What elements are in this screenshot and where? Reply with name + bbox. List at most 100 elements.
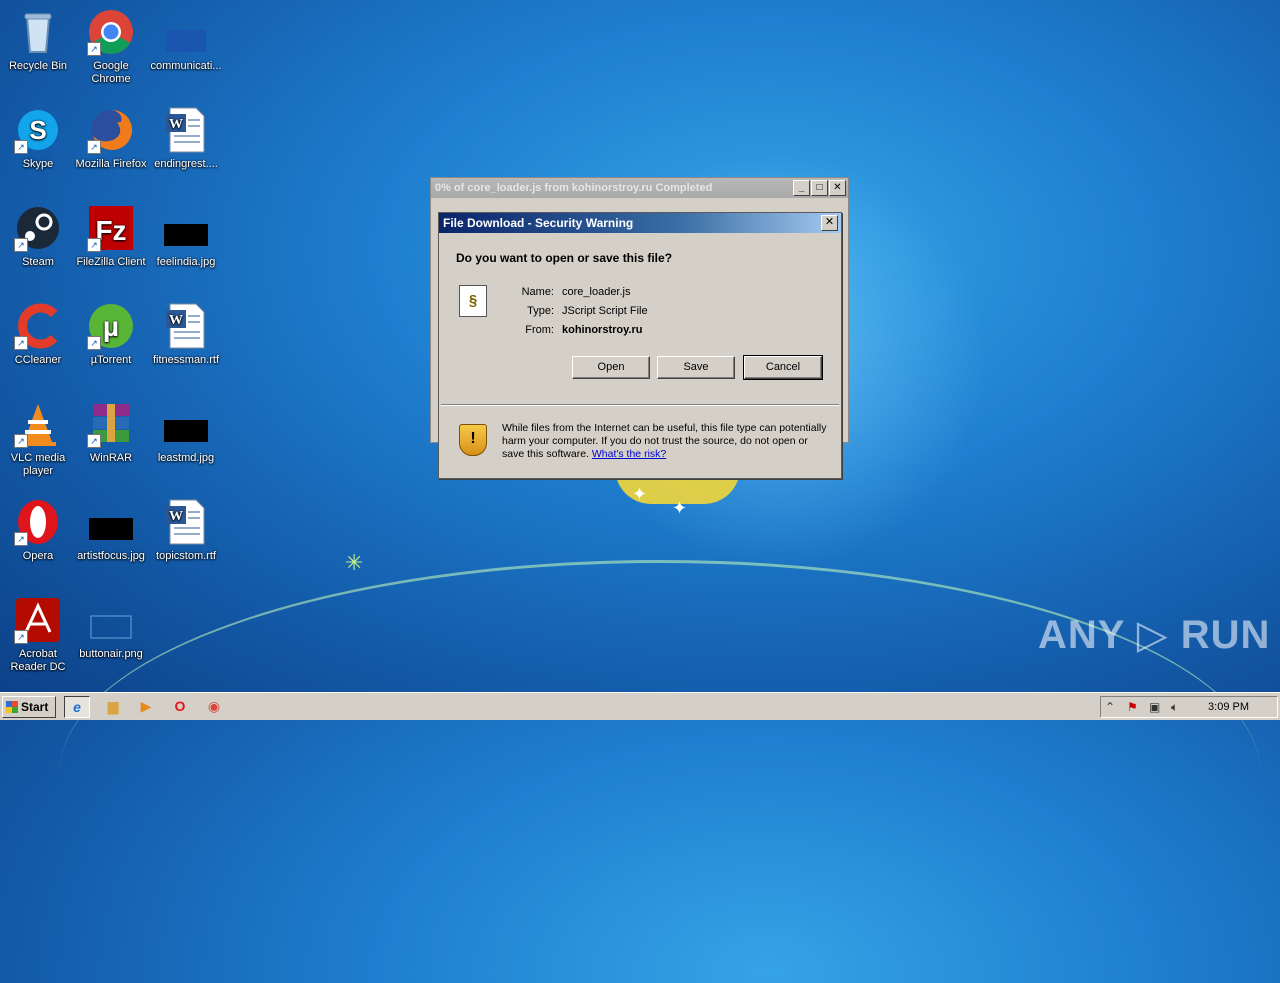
svg-text:W: W <box>169 509 183 524</box>
skype-icon: S ↗ <box>14 106 62 154</box>
volume-icon[interactable]: 🔈︎ <box>1171 698 1178 716</box>
shortcut-arrow-icon: ↗ <box>87 42 101 56</box>
image-file-icon <box>162 204 210 252</box>
type-value: JScript Script File <box>562 305 648 317</box>
cancel-button[interactable]: Cancel <box>743 355 823 380</box>
shortcut-arrow-icon: ↗ <box>14 140 28 154</box>
action-center-icon[interactable]: ⚑ <box>1127 698 1138 716</box>
icon-label: WinRAR <box>89 452 133 464</box>
open-button[interactable]: Open <box>572 356 650 379</box>
progress-window-title: 0% of core_loader.js from kohinorstroy.r… <box>435 182 713 194</box>
warning-area: ! While files from the Internet can be u… <box>440 407 840 477</box>
icon-label: Google Chrome <box>91 60 131 85</box>
desktop-icon-topicstom[interactable]: W topicstom.rtf <box>148 498 224 563</box>
desktop-icon-buttonair[interactable]: buttonair.png <box>73 596 149 661</box>
icon-label: Mozilla Firefox <box>75 158 147 170</box>
dialog-titlebar[interactable]: File Download - Security Warning ✕ <box>439 213 841 233</box>
icon-label: communicati... <box>150 60 222 72</box>
desktop-icon-vlc[interactable]: ↗ VLC media player <box>0 400 76 478</box>
desktop-icon-opera[interactable]: ↗ Opera <box>0 498 76 563</box>
desktop-icon-chrome[interactable]: ↗ Google Chrome <box>73 8 149 86</box>
clock[interactable]: 3:09 PM <box>1208 697 1249 717</box>
start-button[interactable]: Start <box>2 696 56 718</box>
from-label: From: <box>525 324 554 336</box>
desktop-icon-firefox[interactable]: ↗ Mozilla Firefox <box>73 106 149 171</box>
from-value: kohinorstroy.ru <box>562 324 643 336</box>
desktop-icon-communication[interactable]: communicati... <box>148 8 224 73</box>
shield-warning-icon: ! <box>459 424 487 456</box>
dialog-separator <box>441 404 839 406</box>
icon-label: topicstom.rtf <box>156 550 216 562</box>
shortcut-arrow-icon: ↗ <box>87 336 101 350</box>
desktop-icon-ccleaner[interactable]: ↗ CCleaner <box>0 302 76 367</box>
icon-label: Steam <box>22 256 54 268</box>
winrar-icon: ↗ <box>87 400 135 448</box>
icon-label: CCleaner <box>14 354 62 366</box>
desktop-icon-acrobat[interactable]: ↗ Acrobat Reader DC <box>0 596 76 674</box>
dialog-title: File Download - Security Warning <box>443 216 634 230</box>
type-label: Type: <box>527 305 554 317</box>
taskbar-internet-explorer[interactable]: e <box>64 696 90 718</box>
shortcut-arrow-icon: ↗ <box>87 238 101 252</box>
word-doc-icon: W <box>162 302 210 350</box>
opera-icon: O <box>174 698 186 714</box>
image-file-icon <box>87 498 135 546</box>
whats-the-risk-link[interactable]: What's the risk? <box>592 448 666 460</box>
chrome-icon: ↗ <box>87 8 135 56</box>
svg-text:S: S <box>29 115 46 145</box>
chrome-icon: ◉ <box>207 698 221 714</box>
svg-text:W: W <box>169 313 183 328</box>
taskbar-explorer[interactable]: ▆ <box>101 696 125 716</box>
icon-label: endingrest.... <box>154 158 218 170</box>
ccleaner-icon: ↗ <box>14 302 62 350</box>
taskbar-opera[interactable]: O <box>168 696 192 716</box>
maximize-button[interactable]: □ <box>811 180 828 196</box>
show-hidden-icons-button[interactable]: ⌃ <box>1105 698 1115 716</box>
firefox-icon: ↗ <box>87 106 135 154</box>
shortcut-arrow-icon: ↗ <box>14 532 28 546</box>
shortcut-arrow-icon: ↗ <box>14 336 28 350</box>
taskbar-media-player[interactable]: ▶ <box>134 696 158 716</box>
sparkle-icon: ✦ <box>632 484 648 504</box>
close-button[interactable]: ✕ <box>829 180 846 196</box>
desktop-icon-fitnessman[interactable]: W fitnessman.rtf <box>148 302 224 367</box>
desktop-icon-filezilla[interactable]: Fz ↗ FileZilla Client <box>73 204 149 269</box>
image-file-icon <box>162 400 210 448</box>
network-icon[interactable]: ▣ <box>1149 698 1160 716</box>
shortcut-arrow-icon: ↗ <box>87 434 101 448</box>
dialog-close-button[interactable]: ✕ <box>821 215 838 231</box>
shortcut-arrow-icon: ↗ <box>14 238 28 252</box>
desktop-icon-steam[interactable]: ↗ Steam <box>0 204 76 269</box>
shortcut-arrow-icon: ↗ <box>87 140 101 154</box>
script-file-icon: § <box>459 285 487 317</box>
vlc-icon: ↗ <box>14 400 62 448</box>
media-player-icon: ▶ <box>140 698 152 714</box>
folder-icon: ▆ <box>107 698 119 714</box>
save-button[interactable]: Save <box>657 356 735 379</box>
shortcut-arrow-icon: ↗ <box>14 630 28 644</box>
desktop-icon-feelindia[interactable]: feelindia.jpg <box>148 204 224 269</box>
desktop-icon-endingrest[interactable]: W endingrest.... <box>148 106 224 171</box>
icon-label: leastmd.jpg <box>157 452 215 464</box>
word-doc-icon: W <box>162 498 210 546</box>
word-doc-icon: W <box>162 106 210 154</box>
filezilla-icon: Fz ↗ <box>87 204 135 252</box>
desktop-icon-artistfocus[interactable]: artistfocus.jpg <box>73 498 149 563</box>
progress-window-titlebar[interactable]: 0% of core_loader.js from kohinorstroy.r… <box>431 178 848 198</box>
desktop-icon-recycle-bin[interactable]: Recycle Bin <box>0 8 76 73</box>
sparkle-icon: ✳ <box>345 550 364 575</box>
start-label: Start <box>21 700 49 714</box>
minimize-button[interactable]: _ <box>793 180 810 196</box>
internet-explorer-icon: e <box>73 699 81 715</box>
svg-text:µ: µ <box>103 311 119 342</box>
desktop-icon-skype[interactable]: S ↗ Skype <box>0 106 76 171</box>
desktop-icon-leastmd[interactable]: leastmd.jpg <box>148 400 224 465</box>
svg-text:W: W <box>169 117 183 132</box>
icon-label: fitnessman.rtf <box>152 354 220 366</box>
image-file-icon <box>87 596 135 644</box>
desktop-icon-winrar[interactable]: ↗ WinRAR <box>73 400 149 465</box>
name-label: Name: <box>521 286 554 298</box>
taskbar-chrome[interactable]: ◉ <box>202 696 226 716</box>
name-value: core_loader.js <box>562 286 631 298</box>
desktop-icon-utorrent[interactable]: µ ↗ µTorrent <box>73 302 149 367</box>
